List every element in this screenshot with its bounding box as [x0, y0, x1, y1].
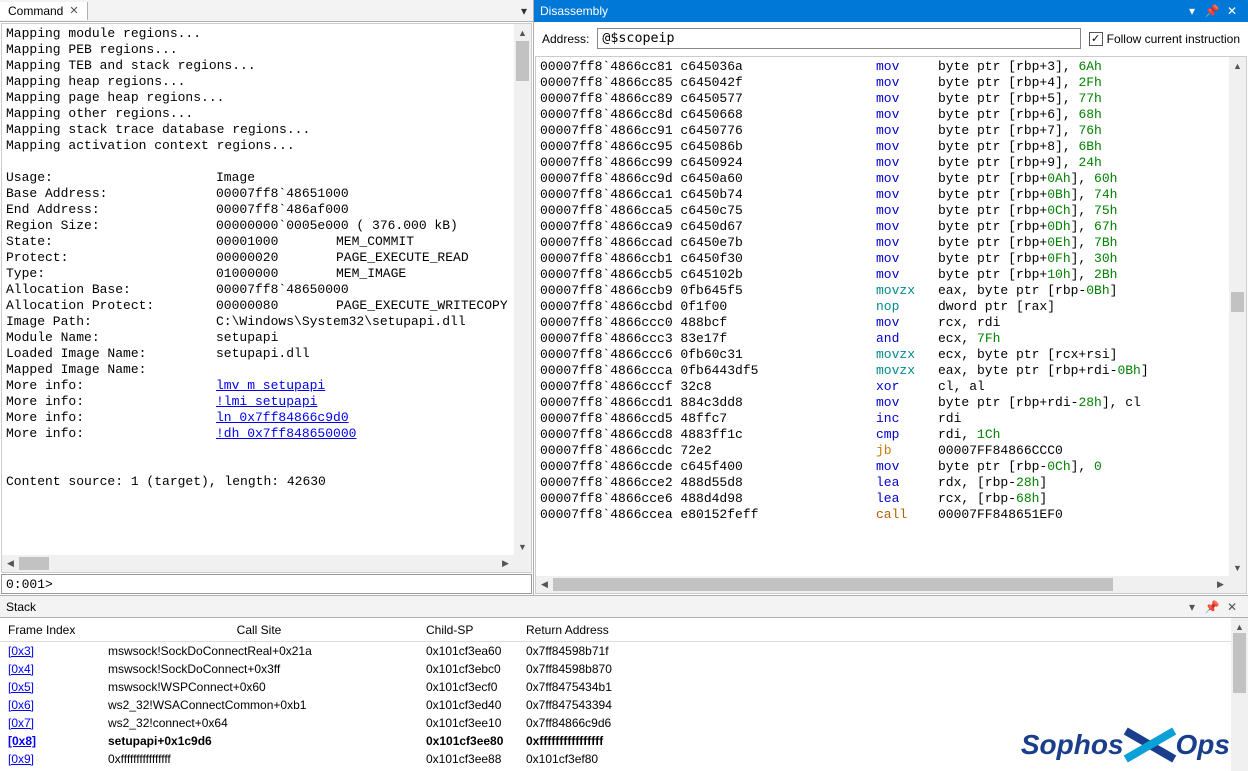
frame-index-link[interactable]: [0x5] — [8, 680, 34, 694]
disasm-line[interactable]: 00007ff8`4866cc95 c645086bmovbyte ptr [r… — [540, 139, 1225, 155]
scroll-down-icon[interactable]: ▼ — [1229, 559, 1246, 576]
sophos-xops-watermark: Sophos Ops — [1021, 725, 1230, 765]
disasm-line[interactable]: 00007ff8`4866ccc6 0fb60c31movzxecx, byte… — [540, 347, 1225, 363]
checkbox-icon[interactable]: ✓ — [1089, 32, 1103, 46]
follow-instruction-checkbox[interactable]: ✓ Follow current instruction — [1089, 32, 1240, 46]
stack-row[interactable]: [0x6] ws2_32!WSAConnectCommon+0xb1 0x101… — [0, 696, 1248, 714]
tab-menu-arrow-icon[interactable]: ▾ — [515, 4, 533, 18]
stack-row[interactable]: [0x4] mswsock!SockDoConnect+0x3ff 0x101c… — [0, 660, 1248, 678]
command-prompt-line[interactable]: 0:001> — [1, 574, 532, 594]
watermark-left: Sophos — [1021, 729, 1124, 761]
close-icon[interactable]: ✕ — [1222, 4, 1242, 18]
watermark-right: Ops — [1176, 729, 1230, 761]
scroll-left-icon[interactable]: ◀ — [536, 576, 553, 593]
disasm-line[interactable]: 00007ff8`4866ccde c645f400movbyte ptr [r… — [540, 459, 1225, 475]
disasm-line[interactable]: 00007ff8`4866ccbd 0f1f00nopdword ptr [ra… — [540, 299, 1225, 315]
debugger-link[interactable]: ln 0x7ff84866c9d0 — [216, 410, 349, 426]
col-return-address[interactable]: Return Address — [518, 621, 718, 639]
scroll-down-icon[interactable]: ▼ — [514, 538, 531, 555]
scroll-up-icon[interactable]: ▲ — [1229, 57, 1246, 74]
disassembly-title: Disassembly — [540, 4, 1182, 18]
frame-index-link[interactable]: [0x3] — [8, 644, 34, 658]
disasm-line[interactable]: 00007ff8`4866cca1 c6450b74movbyte ptr [r… — [540, 187, 1225, 203]
disasm-line[interactable]: 00007ff8`4866ccad c6450e7bmovbyte ptr [r… — [540, 235, 1225, 251]
command-hscrollbar[interactable]: ◀ ▶ — [2, 555, 514, 572]
command-input[interactable] — [55, 577, 531, 592]
command-prompt: 0:001> — [2, 577, 55, 592]
window-menu-arrow-icon[interactable]: ▾ — [1182, 600, 1202, 614]
disasm-line[interactable]: 00007ff8`4866ccd8 4883ff1ccmprdi, 1Ch — [540, 427, 1225, 443]
command-tab-label: Command — [8, 4, 63, 18]
col-frame-index[interactable]: Frame Index — [0, 621, 100, 639]
disasm-line[interactable]: 00007ff8`4866cc99 c6450924movbyte ptr [r… — [540, 155, 1225, 171]
disasm-line[interactable]: 00007ff8`4866cc8d c6450668movbyte ptr [r… — [540, 107, 1225, 123]
command-tab[interactable]: Command ✕ — [0, 2, 88, 20]
frame-index-link[interactable]: [0x9] — [8, 752, 34, 766]
stack-vscrollbar[interactable]: ▲ ▼ — [1231, 618, 1248, 771]
disasm-line[interactable]: 00007ff8`4866ccb1 c6450f30movbyte ptr [r… — [540, 251, 1225, 267]
close-icon[interactable]: ✕ — [69, 4, 78, 17]
pin-icon[interactable]: 📌 — [1202, 600, 1222, 614]
disasm-line[interactable]: 00007ff8`4866cccf 32c8xorcl, al — [540, 379, 1225, 395]
disasm-line[interactable]: 00007ff8`4866ccdc 72e2jb00007FF84866CCC0 — [540, 443, 1225, 459]
disasm-line[interactable]: 00007ff8`4866ccd1 884c3dd8movbyte ptr [r… — [540, 395, 1225, 411]
disasm-line[interactable]: 00007ff8`4866cce6 488d4d98learcx, [rbp-6… — [540, 491, 1225, 507]
disassembly-view[interactable]: 00007ff8`4866cc81 c645036amovbyte ptr [r… — [535, 56, 1247, 594]
debugger-link[interactable]: lmv m setupapi — [216, 378, 325, 394]
command-output: Mapping module regions...Mapping PEB reg… — [1, 23, 532, 573]
disassembly-vscrollbar[interactable]: ▲ ▼ — [1229, 57, 1246, 576]
stack-row[interactable]: [0x3] mswsock!SockDoConnectReal+0x21a 0x… — [0, 642, 1248, 660]
stack-header-row: Frame Index Call Site Child-SP Return Ad… — [0, 618, 1248, 642]
disasm-line[interactable]: 00007ff8`4866cc91 c6450776movbyte ptr [r… — [540, 123, 1225, 139]
disasm-line[interactable]: 00007ff8`4866ccea e80152feffcall00007FF8… — [540, 507, 1225, 523]
scroll-right-icon[interactable]: ▶ — [1212, 576, 1229, 593]
frame-index-link[interactable]: [0x8] — [8, 734, 36, 748]
stack-row[interactable]: [0x5] mswsock!WSPConnect+0x60 0x101cf3ec… — [0, 678, 1248, 696]
disasm-line[interactable]: 00007ff8`4866cce2 488d55d8leardx, [rbp-2… — [540, 475, 1225, 491]
window-menu-arrow-icon[interactable]: ▾ — [1182, 4, 1202, 18]
frame-index-link[interactable]: [0x7] — [8, 716, 34, 730]
address-label: Address: — [542, 32, 589, 46]
command-vscrollbar[interactable]: ▲ ▼ — [514, 24, 531, 555]
pin-icon[interactable]: 📌 — [1202, 4, 1222, 18]
frame-index-link[interactable]: [0x6] — [8, 698, 34, 712]
command-tabbar: Command ✕ ▾ — [0, 0, 533, 22]
disassembly-titlebar: Disassembly ▾ 📌 ✕ — [534, 0, 1248, 22]
disasm-line[interactable]: 00007ff8`4866cc9d c6450a60movbyte ptr [r… — [540, 171, 1225, 187]
disasm-line[interactable]: 00007ff8`4866cc81 c645036amovbyte ptr [r… — [540, 59, 1225, 75]
stack-title: Stack — [6, 600, 1182, 614]
disasm-line[interactable]: 00007ff8`4866ccc3 83e17fandecx, 7Fh — [540, 331, 1225, 347]
disasm-line[interactable]: 00007ff8`4866ccb9 0fb645f5movzxeax, byte… — [540, 283, 1225, 299]
debugger-link[interactable]: !lmi setupapi — [216, 394, 317, 410]
disasm-line[interactable]: 00007ff8`4866cc89 c6450577movbyte ptr [r… — [540, 91, 1225, 107]
disassembly-hscrollbar[interactable]: ◀ ▶ — [536, 576, 1229, 593]
disasm-line[interactable]: 00007ff8`4866ccd5 48ffc7incrdi — [540, 411, 1225, 427]
follow-label: Follow current instruction — [1107, 32, 1240, 46]
scroll-up-icon[interactable]: ▲ — [514, 24, 531, 41]
close-icon[interactable]: ✕ — [1222, 600, 1242, 614]
scroll-right-icon[interactable]: ▶ — [497, 555, 514, 572]
frame-index-link[interactable]: [0x4] — [8, 662, 34, 676]
disasm-line[interactable]: 00007ff8`4866ccb5 c645102bmovbyte ptr [r… — [540, 267, 1225, 283]
address-input[interactable] — [597, 28, 1080, 49]
x-icon — [1126, 725, 1174, 765]
debugger-link[interactable]: !dh 0x7ff848650000 — [216, 426, 356, 442]
disasm-line[interactable]: 00007ff8`4866ccca 0fb6443df5movzxeax, by… — [540, 363, 1225, 379]
disasm-line[interactable]: 00007ff8`4866cca9 c6450d67movbyte ptr [r… — [540, 219, 1225, 235]
col-child-sp[interactable]: Child-SP — [418, 621, 518, 639]
scroll-left-icon[interactable]: ◀ — [2, 555, 19, 572]
disassembly-address-bar: Address: ✓ Follow current instruction — [534, 22, 1248, 55]
col-call-site[interactable]: Call Site — [100, 621, 418, 639]
disasm-line[interactable]: 00007ff8`4866cc85 c645042fmovbyte ptr [r… — [540, 75, 1225, 91]
disasm-line[interactable]: 00007ff8`4866cca5 c6450c75movbyte ptr [r… — [540, 203, 1225, 219]
disasm-line[interactable]: 00007ff8`4866ccc0 488bcfmovrcx, rdi — [540, 315, 1225, 331]
